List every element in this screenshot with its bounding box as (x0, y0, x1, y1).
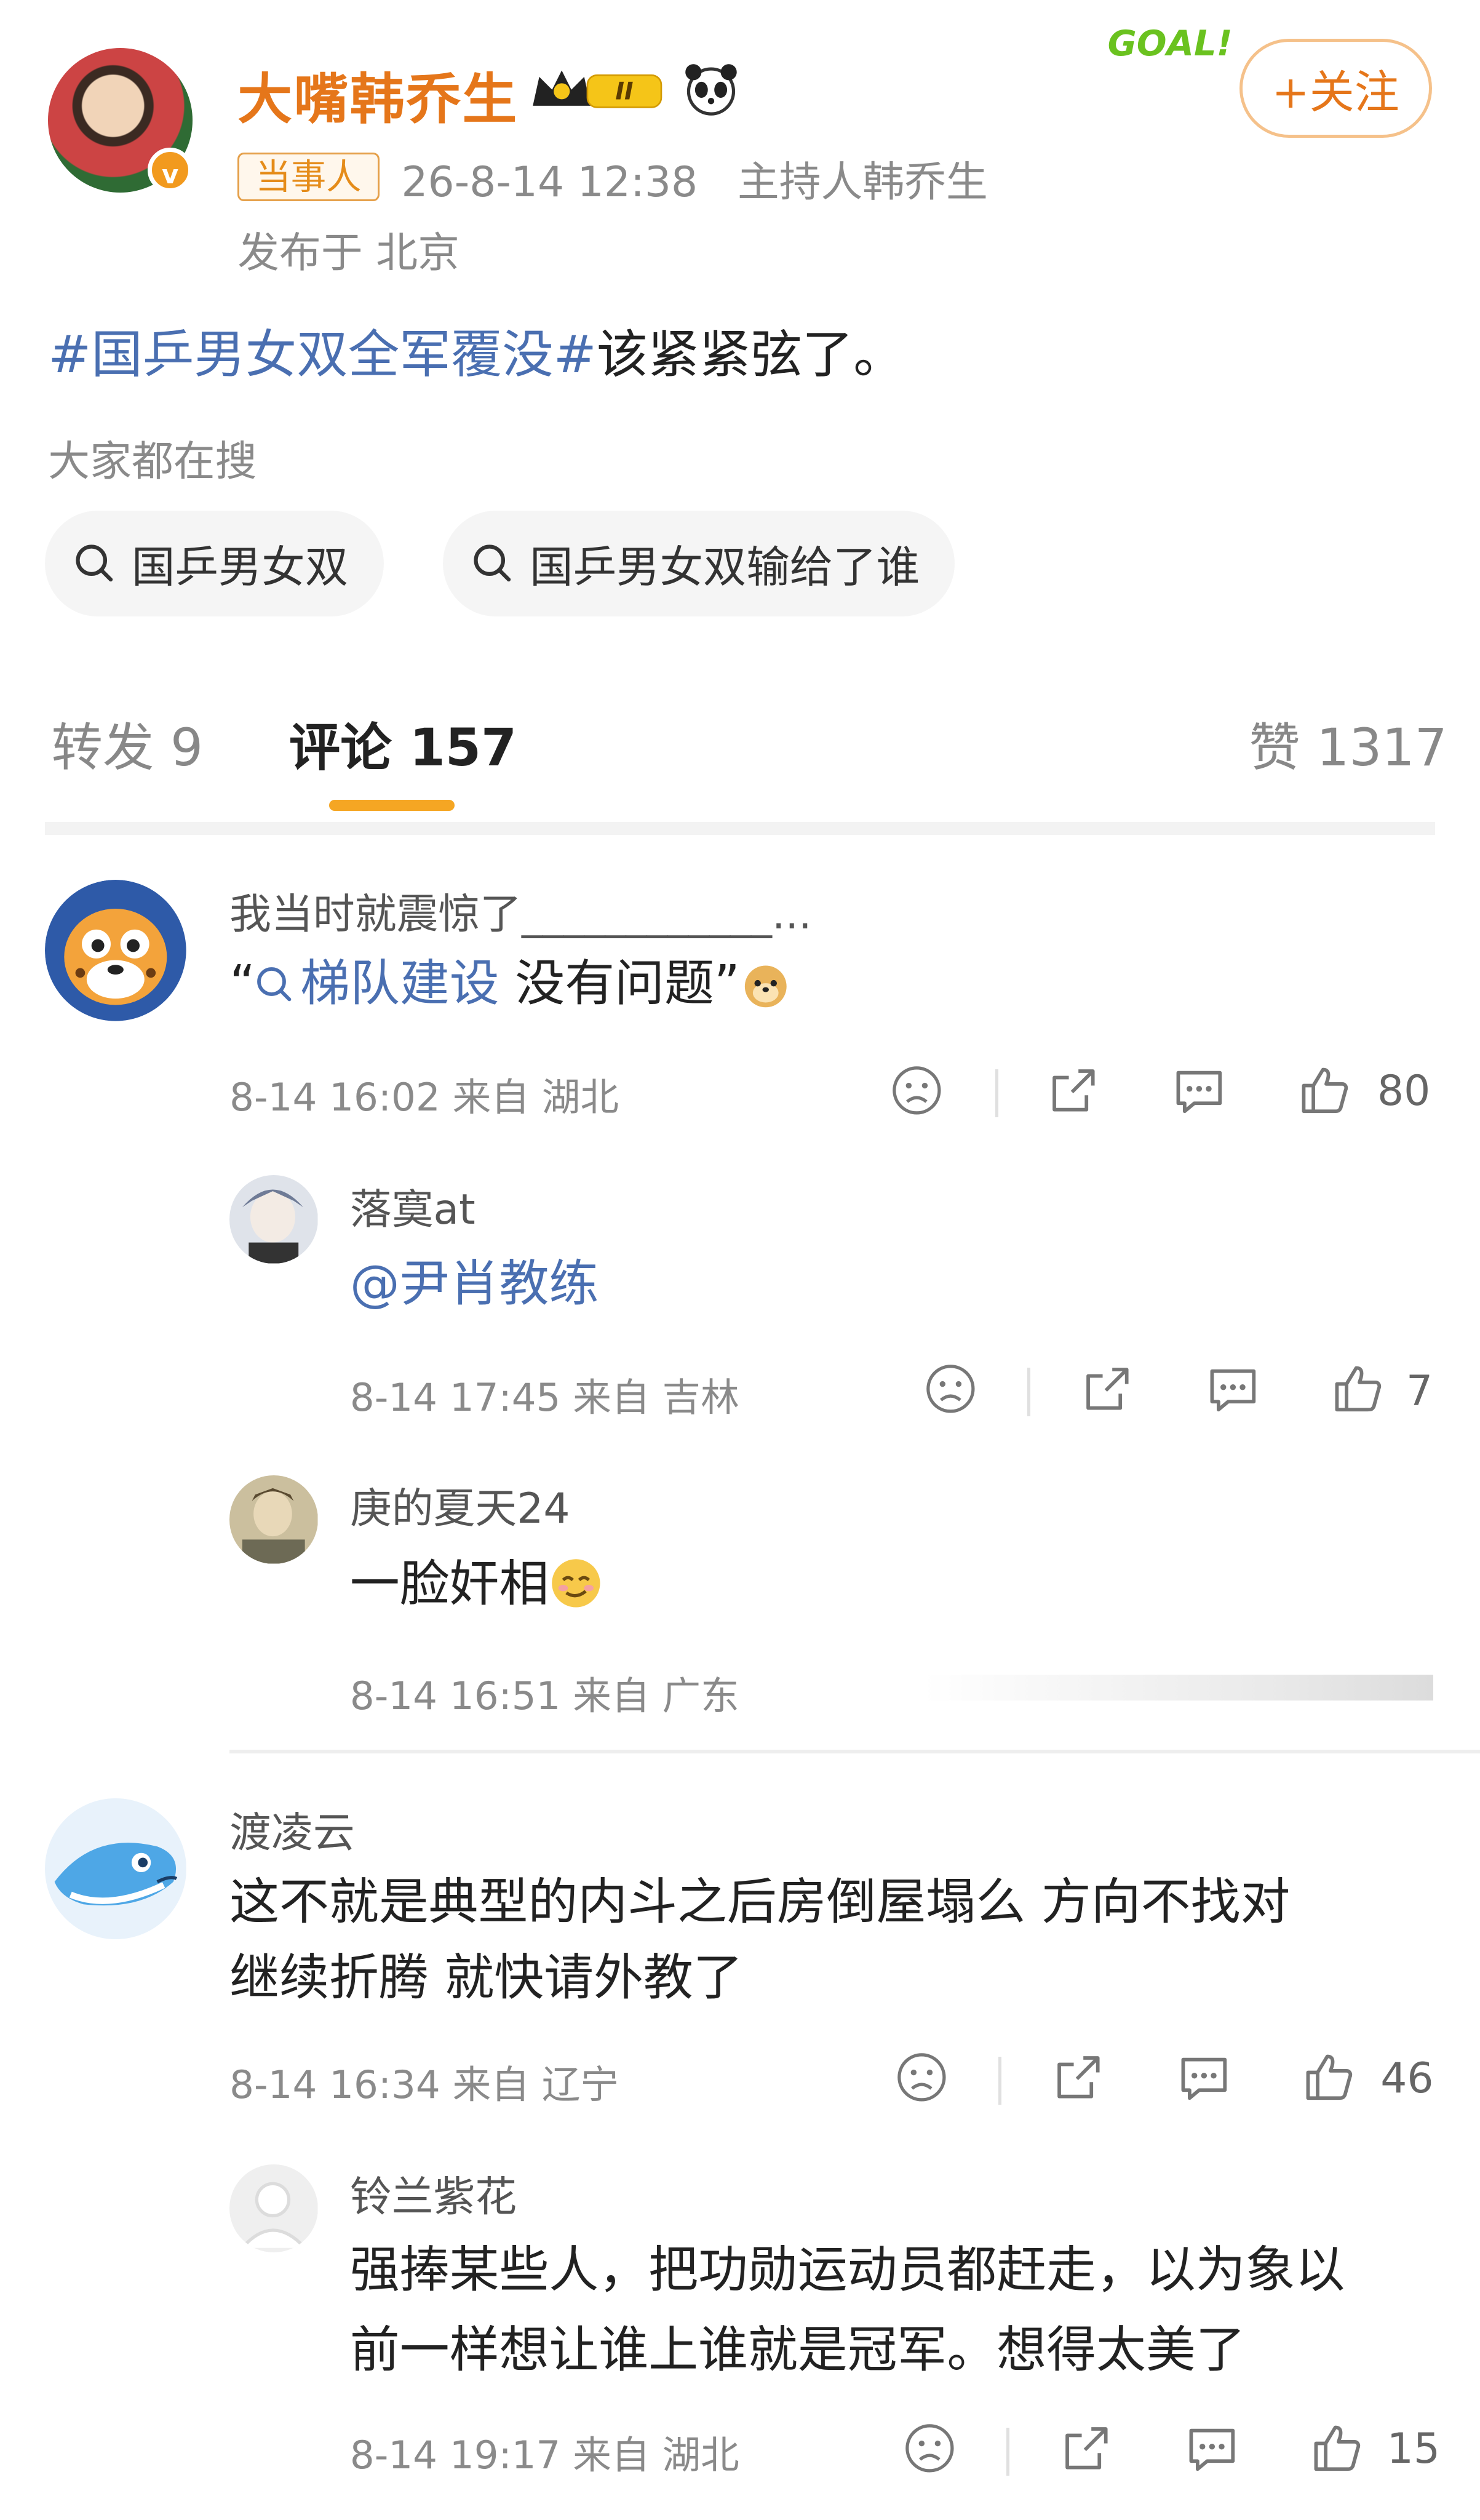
reply-avatar[interactable] (229, 2164, 318, 2253)
dislike-face-icon[interactable] (923, 1362, 978, 1416)
dislike-face-icon[interactable] (902, 2421, 957, 2476)
search-icon (474, 544, 511, 582)
reply-meta: 8-14 19:17 来自 湖北 (349, 2433, 739, 2478)
dislike-face-icon[interactable] (894, 2050, 949, 2105)
comment-author[interactable]: 我当时就震惊了____________... (229, 880, 811, 941)
like-count: 7 (1406, 1366, 1433, 1415)
commenter-avatar[interactable] (45, 880, 186, 1021)
post-body: #国乒男女双全军覆没#该紧紧弦了。 (48, 313, 904, 388)
search-link[interactable]: 梯队建设 (255, 955, 499, 1013)
share-icon[interactable] (1059, 2421, 1114, 2476)
active-tab-indicator (328, 799, 455, 811)
crown-level-icon: II (533, 70, 662, 109)
like-icon[interactable] (1297, 1063, 1352, 1118)
search-chip-label: 国乒男女双 (131, 541, 349, 592)
like-icon[interactable] (1302, 2050, 1356, 2105)
reply-text: 一脸奸相 (349, 1555, 549, 1614)
follow-button[interactable]: +关注 (1239, 38, 1432, 138)
reply-avatar[interactable] (229, 1175, 318, 1264)
search-chip-2[interactable]: 国乒男女双输给了谁 (443, 510, 955, 617)
share-icon[interactable] (1051, 2050, 1106, 2105)
post-meta: 26-8-14 12:38 主持人韩乔生 (401, 148, 987, 209)
level-text: II (616, 78, 634, 106)
reply-author[interactable]: 落寞at (350, 1175, 475, 1236)
tag-badge: 当事人 (237, 152, 380, 201)
reply-icon[interactable] (1172, 1063, 1227, 1118)
blurred-actions (923, 1674, 1434, 1701)
search-chip-1[interactable]: 国乒男女双 (45, 510, 384, 617)
comment-body-line2: 继续折腾 就快请外教了 (229, 1948, 743, 2007)
tab-comments[interactable]: 评论 157 (289, 706, 517, 781)
like-icon[interactable] (1310, 2421, 1364, 2476)
post-location: 发布于 北京 (237, 228, 460, 277)
panda-icon (685, 64, 737, 116)
dislike-face-icon[interactable] (889, 1063, 944, 1118)
reply-icon[interactable] (1206, 1362, 1260, 1416)
comment-author[interactable]: 渡凌云 (229, 1798, 355, 1859)
action-separator (995, 1069, 999, 1118)
reply-avatar[interactable] (229, 1475, 318, 1564)
post-timestamp: 26-8-14 12:38 (401, 158, 698, 207)
action-separator (1027, 1368, 1031, 1416)
search-icon (76, 544, 113, 582)
reply-author[interactable]: 铃兰紫花 (350, 2163, 517, 2223)
search-chip-label: 国乒男女双输给了谁 (530, 541, 920, 592)
comment-text: 没有问题” (499, 955, 740, 1013)
reply-author[interactable]: 庚的夏天24 (350, 1474, 570, 1535)
verified-badge-icon: v (148, 148, 193, 193)
comment-meta: 8-14 16:02 来自 湖北 (229, 1074, 619, 1120)
reply-body: 一脸奸相 (350, 1544, 603, 1624)
reply-meta: 8-14 17:45 来自 吉林 (349, 1374, 739, 1420)
reply-body-mention[interactable]: @尹肖教练 (350, 1244, 599, 1324)
post-host-label: 主持人韩乔生 (737, 158, 988, 207)
comment-divider (229, 1750, 1480, 1753)
like-count: 15 (1387, 2424, 1440, 2473)
tab-likes[interactable]: 赞 1317 (1249, 706, 1447, 781)
like-count: 46 (1380, 2053, 1434, 2102)
action-separator (998, 2056, 1002, 2105)
doge-emoji-icon (744, 965, 787, 1007)
comment-body: “ 梯队建设 没有问题” (229, 944, 791, 1024)
topic-link[interactable]: #国乒男女双全军覆没# (48, 324, 596, 385)
share-icon[interactable] (1046, 1063, 1101, 1118)
goal-sticker: GOAL! (1107, 22, 1233, 64)
post-text: 该紧紧弦了。 (596, 324, 905, 385)
tab-repost[interactable]: 转发 9 (52, 706, 204, 781)
action-separator (1006, 2427, 1010, 2476)
section-divider (45, 822, 1435, 835)
reply-icon[interactable] (1185, 2421, 1239, 2476)
quote-open: “ (229, 955, 256, 1013)
reply-body-line2: 前一样想让谁上谁就是冠军。想得太美了 (349, 2321, 1246, 2380)
comment-meta: 8-14 16:34 来自 辽宁 (229, 2062, 619, 2107)
like-count: 80 (1377, 1066, 1431, 1115)
smirk-emoji-icon (552, 1559, 600, 1608)
reply-icon[interactable] (1177, 2050, 1231, 2105)
search-icon (257, 967, 292, 1002)
comment-body-line1: 这不就是典型的内斗之后房倒屋塌么 方向不找对 (229, 1873, 1291, 1932)
weibo-post-page: v 大嘴韩乔生 II 当事人 26-8-14 12:38 主持人韩乔生 发布于 … (0, 0, 1480, 2518)
search-link-text: 梯队建设 (300, 955, 499, 1013)
share-icon[interactable] (1080, 1362, 1135, 1416)
search-hint-label: 大家都在搜 (48, 437, 257, 486)
reply-meta: 8-14 16:51 来自 广东 (349, 1673, 739, 1719)
author-name[interactable]: 大嘴韩乔生 (237, 55, 519, 134)
like-icon[interactable] (1331, 1362, 1385, 1416)
commenter-avatar[interactable] (45, 1798, 186, 1940)
reply-body-line1: 强捧某些人，把功勋运动员都赶走，以为象以 (349, 2241, 1345, 2299)
